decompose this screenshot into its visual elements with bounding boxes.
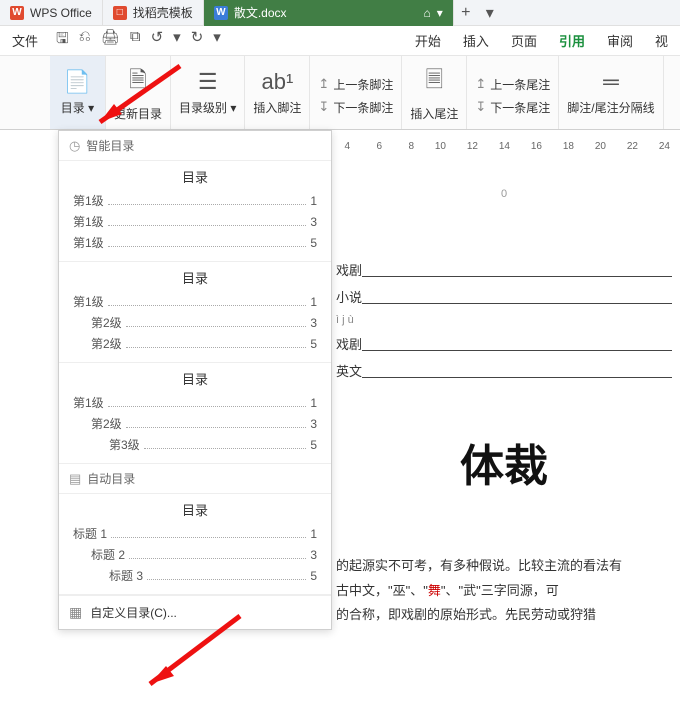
toc-line: 第3级5 xyxy=(73,436,317,453)
toc-line: 第1级3 xyxy=(73,213,317,230)
body-text: 的起源实不可考，有多种假说。比较主流的看法有 古中文，"巫"、"舞"、"武"三字… xyxy=(336,554,672,628)
device-icon[interactable]: ⌂ xyxy=(424,6,431,20)
toc-title: 目录 xyxy=(73,268,317,287)
tab-insert[interactable]: 插入 xyxy=(463,31,489,50)
annotation-arrow xyxy=(80,60,190,145)
level-icon: ☰ xyxy=(198,69,218,95)
prev-icon: ↥ xyxy=(318,76,329,92)
toc-title: 目录 xyxy=(73,369,317,388)
toc-preset-2[interactable]: 目录 第1级1 第2级3 第2级5 xyxy=(59,262,331,363)
footnote-icon: ab¹ xyxy=(262,69,294,95)
footnote-separator-button[interactable]: ═ 脚注/尾注分隔线 xyxy=(559,56,663,129)
toc-title: 目录 xyxy=(73,167,317,186)
tab-label: WPS Office xyxy=(30,6,92,20)
annotation-arrow xyxy=(130,610,250,705)
next-endnote-button[interactable]: ↧下一条尾注 xyxy=(475,99,550,116)
insert-footnote-label: 插入脚注 xyxy=(253,99,301,116)
field-line: 戏剧 xyxy=(336,334,672,353)
endnote-nav-group: ↥上一条尾注 ↧下一条尾注 xyxy=(467,56,559,129)
redo-icon[interactable]: ↻ xyxy=(191,28,204,53)
tab-dropdown-icon[interactable]: ▾ xyxy=(437,6,443,20)
field-line: 戏剧 xyxy=(336,260,672,279)
page-number: 0 xyxy=(336,188,672,200)
ruler: 4 6 8 10 12 14 16 18 20 22 24 xyxy=(332,134,670,158)
toc-dropdown-panel: ◷智能目录 目录 第1级1第1级3第1级5 目录 第1级1第2级3第2级5 目录… xyxy=(58,130,332,630)
menubar: 文件 🖫 ⎌ 🖨 ⧉ ↺ ▾ ↻ ▾ 开始 插入 页面 引用 审阅 视 xyxy=(0,26,680,56)
toc-title: 目录 xyxy=(73,500,317,519)
ribbon-tabs: 开始 插入 页面 引用 审阅 视 xyxy=(415,31,668,50)
quick-access-toolbar: 🖫 ⎌ 🖨 ⧉ ↺ ▾ ↻ ▾ xyxy=(56,28,221,53)
tab-wps-office[interactable]: W WPS Office xyxy=(0,0,103,26)
toc-line: 第2级3 xyxy=(73,415,317,432)
separator-icon: ═ xyxy=(603,69,619,95)
tab-reference-active[interactable]: 引用 xyxy=(559,31,585,50)
clock-icon: ◷ xyxy=(69,138,80,154)
tab-label: 找稻壳模板 xyxy=(133,4,193,21)
tab-label: 散文.docx xyxy=(234,4,287,21)
document-heading: 体裁 xyxy=(336,430,672,494)
print-icon[interactable]: 🖨 xyxy=(101,28,120,53)
toc-line: 第1级1 xyxy=(73,192,317,209)
doc-icon: ▤ xyxy=(69,471,81,487)
insert-endnote-label: 插入尾注 xyxy=(410,105,458,122)
link-wu[interactable]: 舞 xyxy=(428,583,441,598)
custom-icon: ▦ xyxy=(69,604,82,621)
next-footnote-label: 下一条脚注 xyxy=(333,99,393,116)
prev-footnote-button[interactable]: ↥上一条脚注 xyxy=(318,76,393,93)
insert-footnote-button[interactable]: ab¹ 插入脚注 xyxy=(245,56,310,129)
toc-preset-3[interactable]: 目录 第1级1 第2级3 第3级5 xyxy=(59,363,331,464)
toc-line: 标题 11 xyxy=(73,525,317,542)
footnote-nav-group: ↥上一条脚注 ↧下一条脚注 xyxy=(310,56,402,129)
toc-line: 第1级5 xyxy=(73,234,317,251)
prev-endnote-label: 上一条尾注 xyxy=(490,76,550,93)
next-icon: ↧ xyxy=(475,99,486,115)
titlebar-tabs: W WPS Office □ 找稻壳模板 W 散文.docx ⌂ ▾ + ▾ xyxy=(0,0,680,26)
endnote-icon: 🗏 xyxy=(426,63,444,101)
next-icon: ↧ xyxy=(318,99,329,115)
toc-preset-4[interactable]: 目录 标题 11 标题 23 标题 35 xyxy=(59,494,331,595)
insert-endnote-button[interactable]: 🗏 插入尾注 xyxy=(402,56,467,129)
prev-footnote-label: 上一条脚注 xyxy=(333,76,393,93)
dropdown-icon[interactable]: ▾ xyxy=(213,28,221,53)
template-icon: □ xyxy=(113,6,127,20)
toc-line: 标题 35 xyxy=(73,567,317,584)
undo2-icon[interactable]: ↺ xyxy=(151,28,164,53)
next-footnote-button[interactable]: ↧下一条脚注 xyxy=(318,99,393,116)
undo-icon[interactable]: ⎌ xyxy=(79,28,91,53)
tab-review[interactable]: 审阅 xyxy=(607,31,633,50)
next-endnote-label: 下一条尾注 xyxy=(490,99,550,116)
tab-template[interactable]: □ 找稻壳模板 xyxy=(103,0,204,26)
preview-icon[interactable]: ⧉ xyxy=(130,28,141,53)
menu-file[interactable]: 文件 xyxy=(12,31,38,50)
doc-icon: W xyxy=(214,6,228,20)
toc-line: 第1级1 xyxy=(73,394,317,411)
toc-line: 第2级5 xyxy=(73,335,317,352)
dropdown-icon[interactable]: ▾ xyxy=(173,28,181,53)
new-tab-button[interactable]: + xyxy=(454,4,478,22)
footnote-separator-label: 脚注/尾注分隔线 xyxy=(567,99,654,116)
prev-endnote-button[interactable]: ↥上一条尾注 xyxy=(475,76,550,93)
tab-start[interactable]: 开始 xyxy=(415,31,441,50)
field-line: 小说 xyxy=(336,287,672,306)
field-line: 英文 xyxy=(336,361,672,380)
save-icon[interactable]: 🖫 xyxy=(56,28,69,53)
tab-view[interactable]: 视 xyxy=(655,31,668,50)
tabs-more-icon[interactable]: ▾ xyxy=(478,3,502,23)
prev-icon: ↥ xyxy=(475,76,486,92)
chevron-down-icon: ▾ xyxy=(230,101,236,115)
toc-line: 第1级1 xyxy=(73,293,317,310)
toc-line: 标题 23 xyxy=(73,546,317,563)
toc-line: 第2级3 xyxy=(73,314,317,331)
tab-document-active[interactable]: W 散文.docx ⌂ ▾ xyxy=(204,0,454,26)
wps-logo-icon: W xyxy=(10,6,24,20)
auto-toc-header: ▤自动目录 xyxy=(59,464,331,494)
toc-preset-1[interactable]: 目录 第1级1 第1级3 第1级5 xyxy=(59,161,331,262)
document-area: 0 戏剧 小说 ì j ù 戏剧 英文 体裁 的起源实不可考，有多种假说。比较主… xyxy=(332,180,676,636)
field-line: ì j ù xyxy=(336,314,672,326)
tab-page[interactable]: 页面 xyxy=(511,31,537,50)
